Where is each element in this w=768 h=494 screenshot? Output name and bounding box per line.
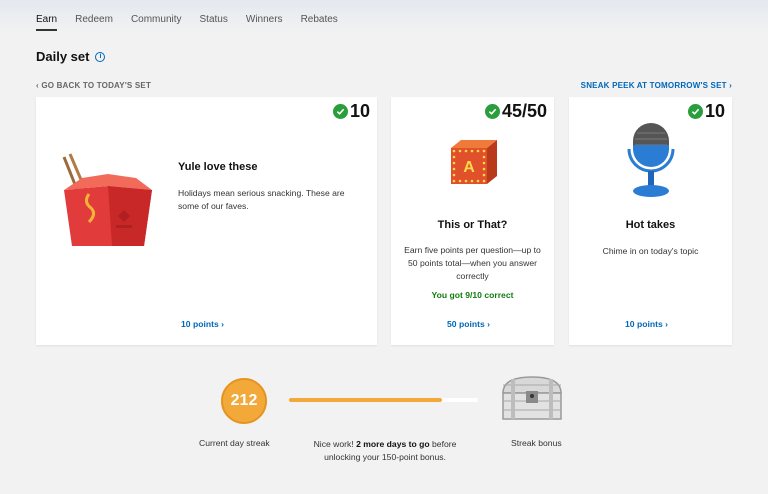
card-description: Holidays mean serious snacking. These ar… bbox=[178, 188, 345, 211]
checkmark-icon bbox=[332, 104, 348, 119]
card-title: Hot takes bbox=[625, 219, 676, 231]
section-title: Daily set i bbox=[36, 49, 106, 64]
chevron-left-icon: ‹ bbox=[36, 81, 39, 90]
card-title: This or That? bbox=[437, 219, 508, 231]
streak-progress-bar bbox=[289, 398, 478, 402]
card-points-link[interactable]: 10 points › bbox=[181, 319, 224, 329]
chevron-right-icon: › bbox=[665, 319, 668, 329]
nav-earn[interactable]: Earn bbox=[36, 14, 58, 31]
chevron-right-icon: › bbox=[729, 81, 732, 90]
back-to-todays-set-link[interactable]: ‹ GO BACK TO TODAY'S SET bbox=[36, 81, 151, 90]
chevron-right-icon: › bbox=[221, 319, 224, 329]
nav-rebates[interactable]: Rebates bbox=[301, 14, 338, 31]
points-value: 10 bbox=[704, 101, 725, 121]
points-badge: 10 bbox=[687, 101, 725, 122]
activity-card-yule[interactable]: 10 Yule love these Holidays mean serious… bbox=[36, 97, 377, 345]
chevron-right-icon: › bbox=[487, 319, 490, 329]
card-points-link[interactable]: 50 points › bbox=[447, 319, 490, 329]
card-link-label: 10 points bbox=[181, 319, 219, 329]
points-badge: 10 bbox=[332, 101, 370, 122]
points-value: 10 bbox=[349, 101, 370, 121]
svg-text:A: A bbox=[463, 159, 475, 176]
treasure-chest-icon bbox=[499, 375, 565, 426]
streak-count-badge: 212 bbox=[221, 378, 267, 424]
streak-message: Nice work! 2 more days to go before unlo… bbox=[300, 438, 470, 464]
letter-block-icon: A bbox=[447, 138, 499, 193]
streak-bonus-label: Streak bonus bbox=[511, 438, 562, 448]
main-nav: Earn Redeem Community Status Winners Reb… bbox=[36, 14, 356, 31]
streak-progress-fill bbox=[289, 398, 443, 402]
quiz-result: You got 9/10 correct bbox=[431, 290, 514, 300]
card-description: Chime in on today's topic bbox=[602, 246, 699, 256]
sneak-peek-link[interactable]: SNEAK PEEK AT TOMORROW'S SET › bbox=[581, 81, 732, 90]
card-points-link[interactable]: 10 points › bbox=[625, 319, 668, 329]
card-title: Yule love these bbox=[178, 161, 258, 173]
card-description: Earn five points per question—up to 50 p… bbox=[404, 245, 541, 281]
nav-status[interactable]: Status bbox=[200, 14, 228, 31]
activity-card-this-or-that[interactable]: 45/50 A This or That? Earn five points p… bbox=[391, 97, 554, 345]
activity-card-hot-takes[interactable]: 10 Hot takes Chime in on today's topic 1… bbox=[569, 97, 732, 345]
checkmark-icon bbox=[687, 104, 703, 119]
takeout-box-icon bbox=[56, 152, 156, 257]
nav-community[interactable]: Community bbox=[131, 14, 182, 31]
microphone-icon bbox=[627, 121, 675, 206]
info-icon[interactable]: i bbox=[95, 51, 106, 62]
card-link-label: 10 points bbox=[625, 319, 663, 329]
streak-message-lead: Nice work! bbox=[313, 439, 357, 449]
points-badge: 45/50 bbox=[484, 101, 547, 122]
peek-link-label: SNEAK PEEK AT TOMORROW'S SET bbox=[580, 81, 727, 90]
checkmark-icon bbox=[484, 104, 500, 119]
daily-set-heading: Daily set bbox=[36, 49, 90, 64]
streak-label: Current day streak bbox=[199, 438, 270, 448]
back-link-label: GO BACK TO TODAY'S SET bbox=[41, 81, 152, 90]
nav-redeem[interactable]: Redeem bbox=[75, 14, 113, 31]
streak-message-emphasis: 2 more days to go bbox=[356, 439, 430, 449]
points-value: 45/50 bbox=[501, 101, 547, 121]
nav-winners[interactable]: Winners bbox=[246, 14, 283, 31]
card-link-label: 50 points bbox=[447, 319, 485, 329]
